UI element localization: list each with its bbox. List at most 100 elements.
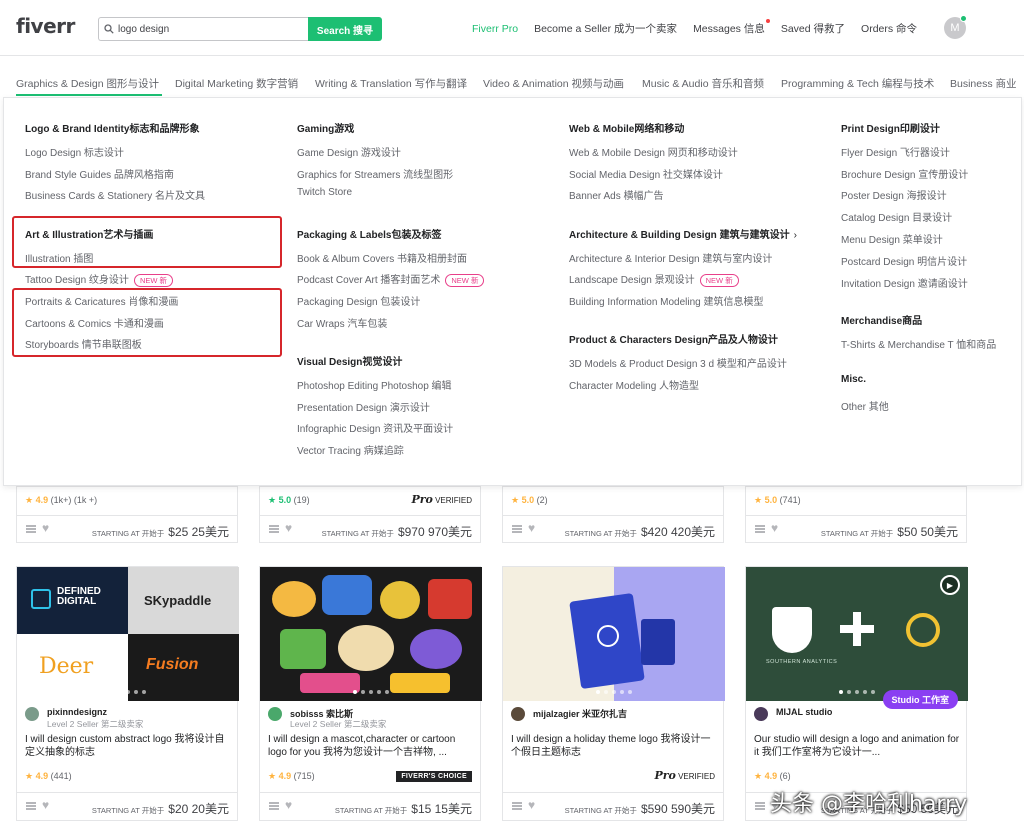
link-book-album-covers[interactable]: Book & Album Covers 书籍及相册封面 (297, 250, 467, 265)
gig-card[interactable]: ★ 4.9 (1k+) (1k +) ♥ STARTING AT 开始于 $25 … (16, 486, 238, 543)
unread-dot (765, 19, 770, 23)
nav-saved[interactable]: Saved 得救了 (781, 21, 845, 36)
avatar[interactable] (754, 707, 768, 721)
seller-name[interactable]: mijalzagier 米亚尔扎吉 (533, 707, 627, 720)
carousel-dots[interactable] (351, 690, 391, 694)
starting-at-label: STARTING AT 开始于 (91, 806, 165, 815)
link-other[interactable]: Other 其他 (841, 398, 889, 413)
link-tshirts-merchandise[interactable]: T-Shirts & Merchandise T 恤和商品 (841, 336, 996, 351)
tag-illustration (641, 619, 675, 665)
cat-music-audio[interactable]: Music & Audio 音乐和音频 (642, 76, 764, 91)
menu-icon[interactable] (269, 525, 279, 533)
link-logo-design[interactable]: Logo Design 标志设计 (25, 144, 124, 159)
gig-card[interactable]: ★ 5.0 (19) Pro VERIFIED ♥ STARTING AT 开始… (259, 486, 481, 543)
nav-messages[interactable]: Messages 信息 (693, 19, 770, 36)
link-menu-design[interactable]: Menu Design 菜单设计 (841, 231, 943, 246)
menu-icon[interactable] (755, 802, 765, 810)
heading-architecture[interactable]: Architecture & Building Design 建筑与建筑设计 › (569, 226, 797, 241)
play-icon[interactable]: ▶ (940, 575, 960, 595)
link-building-info-modeling[interactable]: Building Information Modeling 建筑信息模型 (569, 293, 764, 308)
heart-icon[interactable]: ♥ (42, 798, 49, 812)
link-business-cards[interactable]: Business Cards & Stationery 名片及文具 (25, 187, 205, 202)
link-twitch-store[interactable]: Twitch Store (297, 187, 352, 198)
menu-icon[interactable] (26, 802, 36, 810)
gig-card[interactable]: ★ 5.0 (741) ♥ STARTING AT 开始于 $50 50美元 (745, 486, 967, 543)
link-graphics-streamers[interactable]: Graphics for Streamers 流线型图形 (297, 166, 453, 181)
menu-icon[interactable] (755, 525, 765, 533)
gig-thumbnail[interactable]: DEFINED DIGITAL SKypaddle Deer Fusion (17, 567, 239, 701)
avatar[interactable] (268, 707, 282, 721)
heart-icon[interactable]: ♥ (528, 521, 535, 535)
nav-orders[interactable]: Orders 命令 (861, 21, 917, 36)
thumb-text: SOUTHERN ANALYTICS (766, 659, 838, 665)
menu-icon[interactable] (512, 802, 522, 810)
link-brand-style-guides[interactable]: Brand Style Guides 品牌风格指南 (25, 166, 174, 181)
gig-card[interactable]: mijalzagier 米亚尔扎吉 I will design a holida… (502, 566, 725, 821)
link-infographic-design[interactable]: Infographic Design 资讯及平面设计 (297, 420, 453, 435)
link-brochure-design[interactable]: Brochure Design 宣传册设计 (841, 166, 968, 181)
gig-card[interactable]: DEFINED DIGITAL SKypaddle Deer Fusion pi… (16, 566, 239, 821)
link-banner-ads[interactable]: Banner Ads 横幅广告 (569, 187, 663, 202)
link-car-wraps[interactable]: Car Wraps 汽车包装 (297, 315, 387, 330)
highlight-box-art-illustration (12, 216, 282, 268)
seller-name[interactable]: pixinndesignz (47, 707, 107, 717)
fiverr-logo[interactable]: fiverr (16, 14, 75, 38)
search-field[interactable] (98, 17, 308, 41)
avatar[interactable] (511, 707, 525, 721)
link-catalog-design[interactable]: Catalog Design 目录设计 (841, 209, 952, 224)
gig-card[interactable]: SOUTHERN ANALYTICS ▶ Studio 工作室 MIJAL st… (745, 566, 968, 821)
nav-become-seller[interactable]: Become a Seller 成为一个卖家 (534, 21, 677, 36)
avatar[interactable] (25, 707, 39, 721)
link-web-mobile-design[interactable]: Web & Mobile Design 网页和移动设计 (569, 144, 738, 159)
cat-business[interactable]: Business 商业 (950, 76, 1017, 91)
nav-fiverr-pro[interactable]: Fiverr Pro (472, 23, 518, 35)
link-game-design[interactable]: Game Design 游戏设计 (297, 144, 401, 159)
link-flyer-design[interactable]: Flyer Design 飞行器设计 (841, 144, 950, 159)
link-tattoo-design[interactable]: Tattoo Design 纹身设计 NEW 新 (25, 271, 174, 287)
link-packaging-design[interactable]: Packaging Design 包装设计 (297, 293, 420, 308)
cat-digital-marketing[interactable]: Digital Marketing 数字营销 (175, 76, 298, 91)
pro-verified-badge: Pro VERIFIED (654, 769, 715, 782)
link-podcast-cover[interactable]: Podcast Cover Art 播客封面艺术 NEW 新 (297, 271, 485, 287)
gig-card[interactable]: sobisss 索比斯 Level 2 Seller 第二级卖家 I will … (259, 566, 482, 821)
link-vector-tracing[interactable]: Vector Tracing 病媒追踪 (297, 442, 404, 457)
gig-title[interactable]: Our studio will design a logo and animat… (754, 733, 962, 759)
link-podcast-cover-label: Podcast Cover Art 播客封面艺术 (297, 275, 441, 286)
menu-icon[interactable] (269, 802, 279, 810)
link-presentation-design[interactable]: Presentation Design 演示设计 (297, 399, 430, 414)
cat-programming-tech[interactable]: Programming & Tech 编程与技术 (781, 76, 934, 91)
cat-graphics-design[interactable]: Graphics & Design 图形与设计 (16, 76, 159, 91)
link-invitation-design[interactable]: Invitation Design 邀请函设计 (841, 275, 968, 290)
gig-thumbnail[interactable]: SOUTHERN ANALYTICS ▶ (746, 567, 968, 701)
heart-icon[interactable]: ♥ (285, 798, 292, 812)
link-photoshop-editing[interactable]: Photoshop Editing Photoshop 编辑 (297, 377, 452, 392)
carousel-dots[interactable] (594, 690, 634, 694)
carousel-dots[interactable] (108, 690, 148, 694)
gig-card[interactable]: ★ 5.0 (2) ♥ STARTING AT 开始于 $420 420美元 (502, 486, 724, 543)
gig-title[interactable]: I will design custom abstract logo 我将设计自… (25, 733, 233, 759)
gig-thumbnail[interactable] (503, 567, 725, 701)
link-postcard-design[interactable]: Postcard Design 明信片设计 (841, 253, 967, 268)
menu-icon[interactable] (26, 525, 36, 533)
starting-at-label: STARTING AT 开始于 (564, 529, 637, 538)
gig-title[interactable]: I will design a holiday theme logo 我将设计一… (511, 733, 719, 759)
search-input[interactable] (118, 23, 298, 35)
link-architecture-interior[interactable]: Architecture & Interior Design 建筑与室内设计 (569, 250, 772, 265)
search-button[interactable]: Search 搜寻 (308, 17, 382, 41)
heart-icon[interactable]: ♥ (771, 521, 778, 535)
link-character-modeling[interactable]: Character Modeling 人物造型 (569, 377, 699, 392)
cat-writing-translation[interactable]: Writing & Translation 写作与翻译 (315, 76, 467, 91)
link-landscape-design[interactable]: Landscape Design 景观设计 NEW 新 (569, 271, 739, 287)
gig-title[interactable]: I will design a mascot,character or cart… (268, 733, 476, 759)
heart-icon[interactable]: ♥ (42, 521, 49, 535)
gig-thumbnail[interactable] (260, 567, 482, 701)
seller-name[interactable]: MIJAL studio (776, 707, 832, 717)
cat-video-animation[interactable]: Video & Animation 视频与动画 (483, 76, 624, 91)
heart-icon[interactable]: ♥ (285, 521, 292, 535)
link-poster-design[interactable]: Poster Design 海报设计 (841, 187, 947, 202)
link-social-media-design[interactable]: Social Media Design 社交媒体设计 (569, 166, 723, 181)
carousel-dots[interactable] (837, 690, 877, 694)
heart-icon[interactable]: ♥ (528, 798, 535, 812)
link-3d-models[interactable]: 3D Models & Product Design 3 d 模型和产品设计 (569, 355, 787, 370)
menu-icon[interactable] (512, 525, 522, 533)
